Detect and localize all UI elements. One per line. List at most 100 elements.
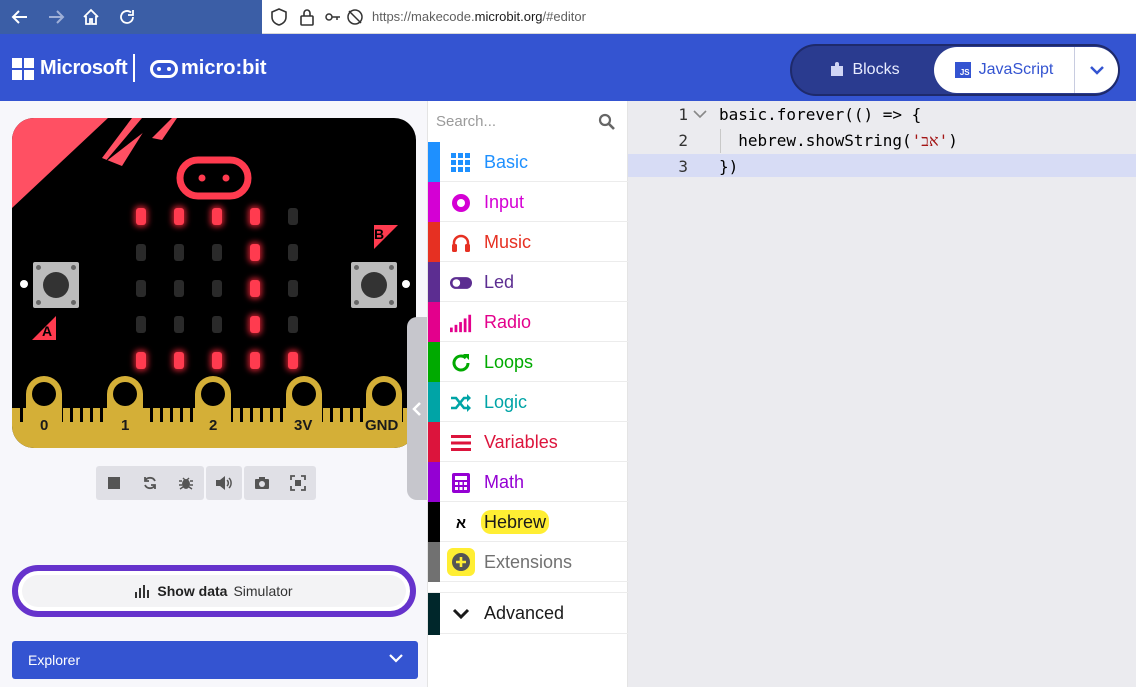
lock-icon[interactable] xyxy=(298,8,316,26)
connector-tooth xyxy=(160,408,163,422)
category-color xyxy=(428,262,440,302)
category-extensions[interactable]: Extensions xyxy=(428,542,629,582)
microsoft-logo-icon[interactable] xyxy=(12,58,34,80)
led-r0-c4 xyxy=(288,208,298,225)
explorer-label: Explorer xyxy=(28,652,81,668)
url-text[interactable]: https://makecode.microbit.org/#editor xyxy=(372,9,586,24)
category-label: Extensions xyxy=(484,552,573,572)
pin-label: 0 xyxy=(40,417,49,434)
category-label: Loops xyxy=(484,352,534,372)
bar-chart-icon xyxy=(135,585,150,598)
tracking-off-icon[interactable] xyxy=(346,8,364,26)
category-color xyxy=(428,222,440,262)
button-a-indicator xyxy=(20,280,28,288)
microbit-logo-icon[interactable] xyxy=(150,60,178,78)
mute-button[interactable] xyxy=(206,466,242,500)
pin-1[interactable] xyxy=(107,376,143,446)
led-r4-c1 xyxy=(174,352,184,369)
search-icon[interactable] xyxy=(598,113,616,131)
collapse-simulator-button[interactable] xyxy=(407,317,427,500)
category-led[interactable]: Led xyxy=(428,262,629,302)
category-label: Hebrew xyxy=(481,510,550,534)
button-a[interactable] xyxy=(33,262,79,308)
connector-tooth xyxy=(240,408,243,422)
simulator-panel: B A 0 1 2 3V GND Show data Simulator Exp… xyxy=(0,101,427,687)
pin-2[interactable] xyxy=(195,376,231,446)
category-input[interactable]: Input xyxy=(428,182,629,222)
code-line-1[interactable]: basic.forever(() => { xyxy=(719,105,921,124)
microsoft-brand[interactable]: Microsoft xyxy=(40,57,128,80)
code-text: hebrew.showString( xyxy=(719,131,912,150)
pin-label: 2 xyxy=(209,417,218,434)
category-color xyxy=(428,182,440,222)
line-number: 2 xyxy=(678,131,688,150)
fold-chevron-icon[interactable] xyxy=(692,109,708,119)
category-color xyxy=(428,342,440,382)
button-b-indicator xyxy=(402,280,410,288)
fullscreen-icon xyxy=(290,475,306,491)
reload-icon[interactable] xyxy=(115,5,139,29)
category-label: Variables xyxy=(484,432,558,452)
connector-tooth xyxy=(250,408,253,422)
category-basic[interactable]: Basic xyxy=(428,142,629,182)
address-bar[interactable]: https://makecode.microbit.org/#editor xyxy=(262,0,1136,34)
show-data-button[interactable]: Show data Simulator xyxy=(12,565,416,617)
back-icon[interactable] xyxy=(8,5,32,29)
permissions-icon[interactable] xyxy=(324,8,342,26)
connector-tooth xyxy=(190,408,193,422)
category-color xyxy=(428,302,440,342)
category-logic[interactable]: Logic xyxy=(428,382,629,422)
explorer-button[interactable]: Explorer xyxy=(12,641,418,679)
connector-tooth xyxy=(80,408,83,422)
aleph-icon: א xyxy=(450,512,472,534)
button-b[interactable] xyxy=(351,262,397,308)
connector-tooth xyxy=(360,408,363,422)
led-r4-c3 xyxy=(250,352,260,369)
pin-gnd[interactable] xyxy=(366,376,402,446)
current-line-highlight xyxy=(628,154,1136,177)
sim-control-group xyxy=(96,466,204,500)
microbit-brand[interactable]: micro:bit xyxy=(181,57,267,80)
code-line-2[interactable]: hebrew.showString('אב') xyxy=(719,131,958,151)
refresh-icon xyxy=(450,352,472,374)
home-icon[interactable] xyxy=(79,5,103,29)
category-loops[interactable]: Loops xyxy=(428,342,629,382)
fullscreen-button[interactable] xyxy=(280,466,316,500)
language-dropdown-button[interactable] xyxy=(1074,47,1118,93)
led-r3-c1 xyxy=(174,316,184,333)
restart-button[interactable] xyxy=(132,466,168,500)
category-variables[interactable]: Variables xyxy=(428,422,629,462)
connector-tooth xyxy=(260,408,263,422)
pin-0[interactable] xyxy=(26,376,62,446)
category-color xyxy=(428,593,440,635)
category-label: Basic xyxy=(484,152,529,172)
code-line-3[interactable]: }) xyxy=(719,157,738,176)
category-math[interactable]: Math xyxy=(428,462,629,502)
led-r2-c0 xyxy=(136,280,146,297)
pin-3v[interactable] xyxy=(286,376,322,446)
chevron-down-icon xyxy=(389,654,403,663)
url-domain: microbit.org xyxy=(474,9,543,24)
restart-icon xyxy=(144,476,156,490)
category-music[interactable]: Music xyxy=(428,222,629,262)
debug-button[interactable] xyxy=(168,466,204,500)
blocks-button[interactable]: Blocks xyxy=(796,49,934,91)
connector-tooth xyxy=(90,408,93,422)
screenshot-button[interactable] xyxy=(244,466,280,500)
category-color xyxy=(428,502,440,542)
javascript-button[interactable]: JS JavaScript xyxy=(934,47,1074,93)
stop-button[interactable] xyxy=(96,466,132,500)
search-input[interactable] xyxy=(436,109,591,133)
led-r4-c4 xyxy=(288,352,298,369)
category-advanced[interactable]: Advanced xyxy=(428,592,629,635)
shield-icon[interactable] xyxy=(270,8,288,26)
code-editor[interactable]: 1 2 3 basic.forever(() => { hebrew.showS… xyxy=(628,101,1136,687)
led-r3-c4 xyxy=(288,316,298,333)
category-color xyxy=(428,542,440,582)
forward-icon[interactable] xyxy=(44,5,68,29)
category-hebrew[interactable]: א Hebrew xyxy=(428,502,629,542)
app-header: Microsoft micro:bit Blocks JS JavaScript xyxy=(0,34,1136,101)
category-radio[interactable]: Radio xyxy=(428,302,629,342)
sound-icon xyxy=(216,476,232,490)
microbit-board: B A 0 1 2 3V GND xyxy=(12,118,416,448)
